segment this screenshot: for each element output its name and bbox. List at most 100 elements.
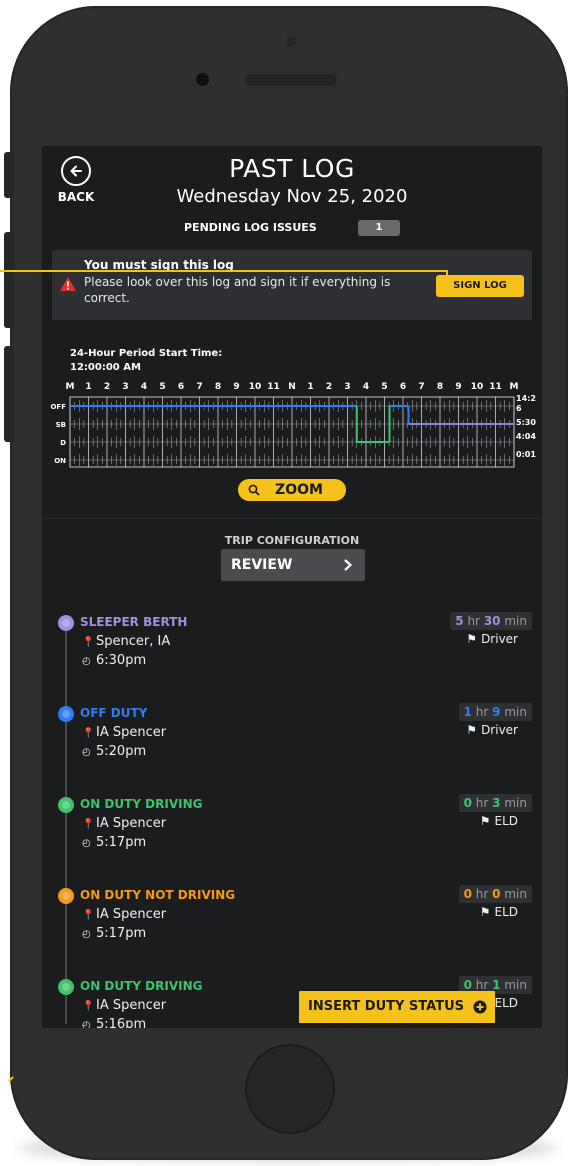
row-label-on: ON (54, 457, 66, 465)
duration-hours: 0 (463, 978, 472, 992)
home-button[interactable] (247, 1046, 333, 1132)
hour-label: 7 (196, 382, 202, 392)
hour-label: 4 (141, 382, 147, 392)
entry-time: ◴ 5:17pm (82, 835, 146, 850)
hour-label: 10 (249, 382, 262, 392)
hour-label: 3 (122, 382, 128, 392)
hour-label: 10 (471, 382, 484, 392)
hour-label: N (288, 382, 296, 392)
hour-label: 5 (159, 382, 165, 392)
status-dot (58, 888, 74, 904)
status-name: SLEEPER BERTH (80, 615, 188, 629)
review-button[interactable]: REVIEW (221, 549, 365, 581)
hour-label: 8 (437, 382, 443, 392)
hour-label: 5 (381, 382, 387, 392)
app-screen: BACK PAST LOG Wednesday Nov 25, 2020 PEN… (42, 146, 542, 1028)
sign-log-alert: You must sign this log Please look over … (52, 250, 532, 320)
earpiece-speaker (245, 74, 337, 86)
hour-label: M (510, 382, 519, 392)
entry-time: ◴ 5:17pm (82, 926, 146, 941)
entry-time: ◴ 5:16pm (82, 1017, 146, 1028)
review-label: REVIEW (231, 557, 293, 573)
clock-icon: ◴ (82, 747, 91, 758)
hour-label: M (66, 382, 75, 392)
clock-icon: ◴ (82, 838, 91, 849)
pending-issues-badge[interactable]: 1 (358, 220, 400, 236)
source-text: ELD (494, 814, 518, 828)
time-text: 5:17pm (96, 926, 147, 941)
location-text: IA Spencer (96, 998, 167, 1013)
trip-config-label: TRIP CONFIGURATION (224, 534, 360, 547)
duration-minutes: 0 (492, 887, 501, 901)
duty-status-entry[interactable]: ON DUTY DRIVING 📍 IA Spencer ◴ 5:17pm 0 hr 3 … (42, 794, 542, 874)
row-label-sb: SB (56, 421, 66, 429)
warning-icon (60, 277, 76, 291)
time-text: 5:17pm (96, 835, 147, 850)
hours-unit: hr (475, 887, 489, 901)
duty-status-entry[interactable]: ON DUTY NOT DRIVING 📍 IA Spencer ◴ 5:17pm 0 h… (42, 885, 542, 965)
row-total: 5:30 (516, 418, 536, 427)
row-label-d: D (60, 439, 66, 447)
sign-log-button[interactable]: SIGN LOG (436, 275, 524, 297)
plus-circle-icon (473, 1000, 487, 1014)
time-text: 6:30pm (96, 653, 147, 668)
hours-unit: hr (475, 796, 489, 810)
minutes-unit: min (504, 887, 527, 901)
duration-badge: 1 hr 9 min (458, 703, 532, 721)
hour-label: 11 (267, 382, 280, 392)
duty-status-graph[interactable]: M 1 2 3 4 5 6 7 8 9 10 11 N 1 2 3 4 5 6 7 8 9 10 11 MOFFSBDON14:… (42, 379, 542, 469)
status-dot (58, 615, 74, 631)
duration-minutes: 3 (492, 796, 501, 810)
duration-minutes: 1 (492, 978, 501, 992)
row-total: 14:2 (516, 394, 536, 403)
volume-up-button (4, 232, 14, 328)
location-pin-icon: 📍 (82, 637, 95, 648)
hour-label: 4 (363, 382, 369, 392)
row-total: 6 (516, 404, 522, 413)
entry-location: 📍 IA Spencer (82, 725, 166, 740)
status-dot (58, 979, 74, 995)
page-title: PAST LOG (229, 154, 355, 183)
hour-label: 3 (344, 382, 350, 392)
row-label-off: OFF (50, 403, 66, 411)
flag-icon: ⚑ (466, 632, 478, 646)
status-name: ON DUTY DRIVING (80, 797, 203, 811)
entry-time: ◴ 6:30pm (82, 653, 146, 668)
hour-label: 2 (326, 382, 332, 392)
flag-icon: ⚑ (479, 905, 491, 919)
status-name: ON DUTY DRIVING (80, 979, 203, 993)
callout-line-end (446, 288, 478, 290)
time-text: 5:20pm (96, 744, 147, 759)
alert-message: Please look over this log and sign it if… (84, 275, 391, 305)
insert-duty-status-button[interactable]: INSERT DUTY STATUS (299, 991, 495, 1023)
hour-label: 1 (85, 382, 91, 392)
location-text: Spencer, IA (96, 634, 171, 649)
chevron-right-icon (343, 549, 353, 593)
location-text: IA Spencer (96, 816, 167, 831)
source-text: ELD (494, 996, 518, 1010)
row-total: 0:01 (516, 450, 536, 459)
location-pin-icon: 📍 (82, 1001, 95, 1012)
hours-unit: hr (475, 978, 489, 992)
hour-label: 1 (307, 382, 313, 392)
status-dot (58, 706, 74, 722)
period-start-time: 12:00:00 AM (70, 362, 141, 373)
duration-hours: 0 (463, 887, 472, 901)
zoom-label: ZOOM (275, 482, 323, 498)
pending-issues-label: PENDING LOG ISSUES (184, 221, 317, 234)
entry-source: ⚑ Driver (466, 632, 518, 646)
duty-status-entry[interactable]: SLEEPER BERTH 📍 Spencer, IA ◴ 6:30pm 5 hr 30 … (42, 612, 542, 692)
entry-location: 📍 IA Spencer (82, 998, 166, 1013)
entry-location: 📍 IA Spencer (82, 907, 166, 922)
duty-status-entry[interactable]: OFF DUTY 📍 IA Spencer ◴ 5:20pm 1 hr 9 min ⚑ Dri… (42, 703, 542, 783)
location-text: IA Spencer (96, 725, 167, 740)
time-text: 5:16pm (96, 1017, 147, 1028)
flag-icon: ⚑ (479, 814, 491, 828)
source-text: Driver (481, 723, 518, 737)
zoom-button[interactable]: ZOOM (238, 479, 346, 501)
duration-badge: 0 hr 3 min (458, 794, 532, 812)
hour-label: 6 (400, 382, 406, 392)
duration-badge: 0 hr 0 min (458, 885, 532, 903)
hour-label: 9 (455, 382, 461, 392)
minutes-unit: min (504, 978, 527, 992)
